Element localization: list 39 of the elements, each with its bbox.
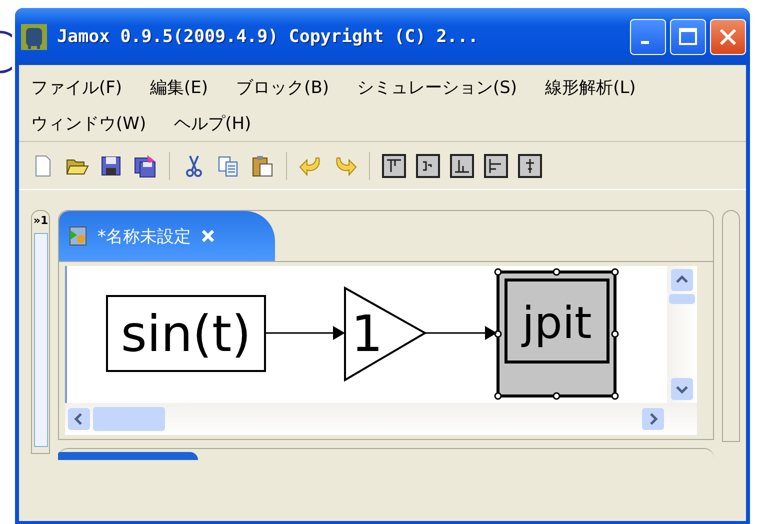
maximize-icon <box>678 26 698 46</box>
editor-tab[interactable]: *名称未設定 <box>59 211 275 261</box>
scroll-up-icon[interactable] <box>670 268 694 292</box>
menu-item[interactable]: ウィンドウ(W) <box>31 112 146 134</box>
close-button[interactable] <box>710 18 746 54</box>
diagram-block[interactable]: jpit <box>494 268 620 400</box>
diagram-file-icon <box>69 226 88 246</box>
menu-item[interactable]: 線形解析(L) <box>545 76 636 98</box>
menu-item[interactable]: ファイル(F) <box>31 76 122 98</box>
floppy-disks-icon[interactable] <box>133 154 157 178</box>
minimize-icon <box>641 41 649 44</box>
diagram-block[interactable]: sin(t) <box>106 295 266 372</box>
menu-item[interactable]: ヘルプ(H) <box>174 112 252 134</box>
app-icon <box>21 24 47 50</box>
minimize-button[interactable] <box>630 18 666 54</box>
vertical-scrollbar[interactable] <box>667 266 698 403</box>
restore-label[interactable]: »1 <box>33 214 48 227</box>
align-middle-icon[interactable] <box>416 154 440 178</box>
scroll-left-icon[interactable] <box>67 407 92 431</box>
menu-item[interactable]: ブロック(B) <box>236 76 329 98</box>
close-icon <box>718 26 738 46</box>
scrollbar-thumb[interactable] <box>669 294 696 304</box>
copy-icon[interactable] <box>216 154 240 178</box>
maximize-button[interactable] <box>670 18 706 54</box>
scrollbar-thumb[interactable] <box>93 407 166 431</box>
menu-item[interactable]: 編集(E) <box>150 76 208 98</box>
align-bottom-icon[interactable] <box>450 154 474 178</box>
align-top-icon[interactable] <box>382 154 406 178</box>
window-title: Jamox 0.9.5(2009.4.9) Copyright (C) 2... <box>57 26 480 46</box>
align-center-icon[interactable] <box>518 154 542 178</box>
scroll-down-icon[interactable] <box>670 377 694 401</box>
circle-outline <box>0 30 12 74</box>
gain-block[interactable]: 1 <box>344 286 428 382</box>
scroll-right-icon[interactable] <box>641 407 666 431</box>
clipboard-icon[interactable] <box>250 154 274 178</box>
horizontal-scrollbar[interactable] <box>65 403 698 435</box>
menu-item[interactable]: シミュレーション(S) <box>357 76 518 98</box>
close-icon[interactable] <box>200 229 215 243</box>
align-left-icon[interactable] <box>484 154 508 178</box>
